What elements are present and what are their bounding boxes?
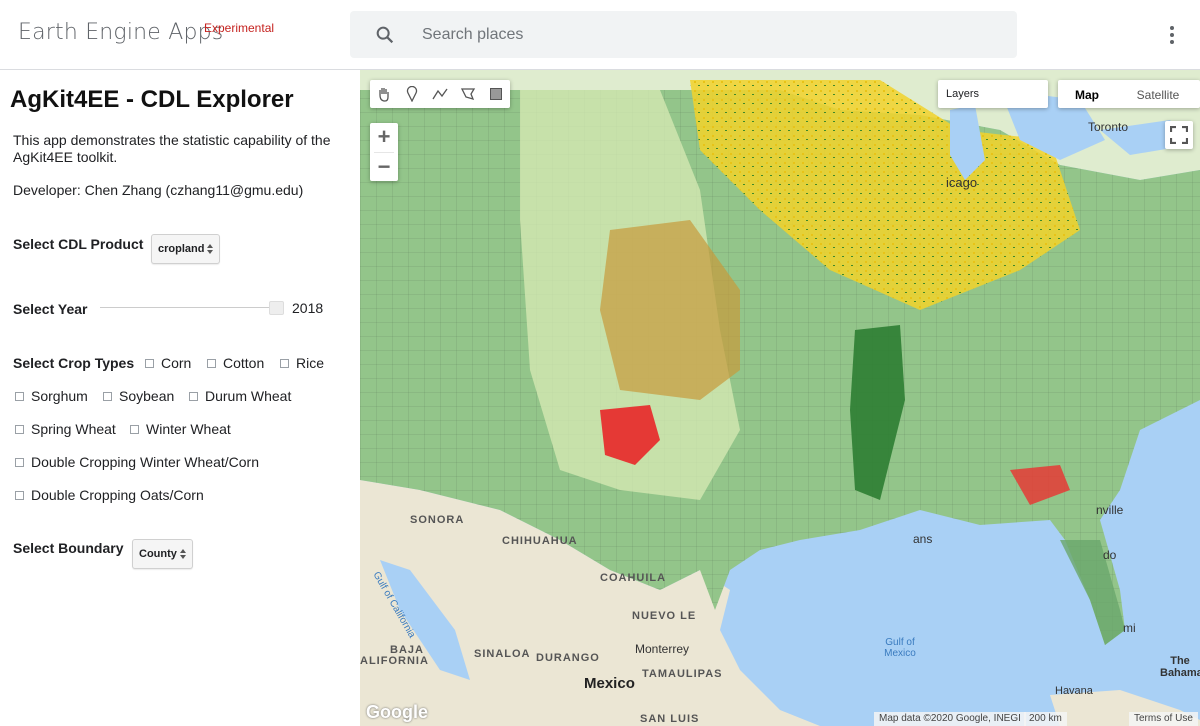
map-label-chicago: icago	[946, 175, 978, 190]
map-label-san-luis: SAN LUIS	[640, 713, 700, 725]
more-options-icon[interactable]	[1160, 23, 1184, 47]
checkbox-box[interactable]	[15, 457, 24, 467]
checkbox-box[interactable]	[15, 424, 24, 434]
map-label-sonora: SONORA	[410, 514, 465, 526]
map-label-bahamas: The Bahamas	[1160, 655, 1200, 679]
rectangle-draw-icon[interactable]	[482, 80, 510, 108]
fullscreen-icon	[1170, 126, 1188, 144]
search-box[interactable]	[350, 11, 1017, 58]
map-canvas[interactable]: + − Layers Map Satellite Toronto icago S…	[360, 70, 1200, 726]
checkbox-box[interactable]	[189, 391, 198, 401]
boundary-select[interactable]: County	[132, 539, 193, 569]
checkbox-box[interactable]	[207, 358, 216, 368]
map-label-california: ALIFORNIA	[360, 655, 429, 667]
product-label: Select CDL Product	[13, 236, 144, 252]
crop-label: Sorghum	[31, 388, 88, 404]
map-label-tamaulipas: TAMAULIPAS	[642, 668, 723, 680]
map-scale[interactable]: 200 km	[1024, 712, 1067, 726]
crop-label: Cotton	[223, 355, 265, 371]
map-terrain[interactable]	[360, 70, 1200, 726]
crop-checkbox-dc-winter-wheat-corn[interactable]: Double Cropping Winter Wheat/Corn	[15, 454, 259, 470]
crop-label: Corn	[161, 355, 192, 371]
control-panel: AgKit4EE - CDL Explorer This app demonst…	[0, 70, 360, 726]
boundary-label: Select Boundary	[13, 540, 124, 556]
point-marker-icon[interactable]	[398, 80, 426, 108]
experimental-badge: Experimental	[204, 21, 275, 35]
map-label-durango: DURANGO	[536, 652, 600, 664]
map-label-toronto: Toronto	[1088, 120, 1129, 134]
search-input[interactable]	[422, 20, 982, 50]
zoom-control: + −	[370, 123, 398, 181]
crop-label: Spring Wheat	[31, 421, 116, 437]
map-type-control: Map Satellite	[1058, 80, 1200, 108]
crop-types-label: Select Crop Types	[13, 355, 135, 371]
crop-checkbox-sorghum[interactable]: Sorghum	[15, 388, 88, 404]
year-label: Select Year	[13, 301, 88, 317]
map-label-mexico: Mexico	[584, 675, 635, 692]
year-value: 2018	[292, 300, 324, 316]
map-label-coahuila: COAHUILA	[600, 572, 667, 584]
map-label-gulf-of-mexico: Gulf of Mexico	[884, 637, 916, 659]
line-draw-icon[interactable]	[426, 80, 454, 108]
crop-label: Double Cropping Winter Wheat/Corn	[31, 454, 259, 470]
polygon-draw-icon[interactable]	[454, 80, 482, 108]
crop-checkbox-dc-oats-corn[interactable]: Double Cropping Oats/Corn	[15, 487, 204, 503]
crop-checkbox-spring-wheat[interactable]: Spring Wheat	[15, 421, 116, 437]
crop-label: Soybean	[119, 388, 175, 404]
map-label-ans: ans	[913, 532, 933, 546]
terms-of-use-link[interactable]: Terms of Use	[1129, 712, 1198, 726]
map-label-monterrey: Monterrey	[635, 642, 690, 656]
checkbox-box[interactable]	[103, 391, 112, 401]
layers-button[interactable]: Layers	[938, 80, 1048, 108]
crop-label: Durum Wheat	[205, 388, 292, 404]
map-label-chihuahua: CHIHUAHUA	[502, 535, 578, 547]
map-attribution: Map data ©2020 Google, INEGI	[874, 712, 1026, 726]
developer-credit: Developer: Chen Zhang (czhang11@gmu.edu)	[13, 182, 304, 198]
app-description: This app demonstrates the statistic capa…	[13, 132, 331, 165]
crop-checkbox-soybean[interactable]: Soybean	[103, 388, 174, 404]
top-bar: Earth Engine Apps Experimental	[0, 0, 1200, 70]
crop-checkbox-winter-wheat[interactable]: Winter Wheat	[130, 421, 231, 437]
product-select-value: cropland	[158, 243, 205, 255]
zoom-in-button[interactable]: +	[370, 123, 398, 152]
map-label-havana: Havana	[1055, 685, 1093, 697]
map-type-satellite[interactable]: Satellite	[1116, 80, 1200, 108]
crop-checkbox-rice[interactable]: Rice	[280, 355, 324, 371]
product-select[interactable]: cropland	[151, 234, 220, 264]
map-label-nuevo-leon: NUEVO LE	[632, 610, 697, 622]
checkbox-box[interactable]	[145, 358, 154, 368]
fullscreen-button[interactable]	[1165, 121, 1193, 149]
year-slider-track[interactable]	[100, 307, 280, 308]
checkbox-box[interactable]	[15, 391, 24, 401]
year-slider-thumb[interactable]	[269, 301, 284, 315]
pan-hand-icon[interactable]	[370, 80, 398, 108]
map-type-map[interactable]: Map	[1058, 80, 1116, 108]
boundary-select-value: County	[139, 548, 177, 560]
checkbox-box[interactable]	[280, 358, 289, 368]
select-arrows-icon	[180, 549, 186, 559]
select-arrows-icon	[207, 244, 213, 254]
map-label-sinaloa: SINALOA	[474, 648, 531, 660]
crop-checkbox-durum-wheat[interactable]: Durum Wheat	[189, 388, 291, 404]
crop-checkbox-corn[interactable]: Corn	[145, 355, 191, 371]
map-label-nville: nville	[1096, 503, 1124, 517]
checkbox-box[interactable]	[130, 424, 139, 434]
map-label-mi: mi	[1123, 621, 1136, 635]
search-icon[interactable]	[374, 24, 396, 46]
brand-title[interactable]: Earth Engine Apps	[18, 20, 223, 45]
app-title: AgKit4EE - CDL Explorer	[10, 86, 294, 113]
zoom-out-button[interactable]: −	[370, 153, 398, 182]
drawing-tools	[370, 80, 510, 108]
crop-label: Double Cropping Oats/Corn	[31, 487, 204, 503]
checkbox-box[interactable]	[15, 490, 24, 500]
crop-checkbox-cotton[interactable]: Cotton	[207, 355, 264, 371]
crop-label: Rice	[296, 355, 325, 371]
google-logo: Google	[366, 702, 428, 722]
crop-label: Winter Wheat	[146, 421, 231, 437]
map-label-do: do	[1103, 548, 1117, 562]
